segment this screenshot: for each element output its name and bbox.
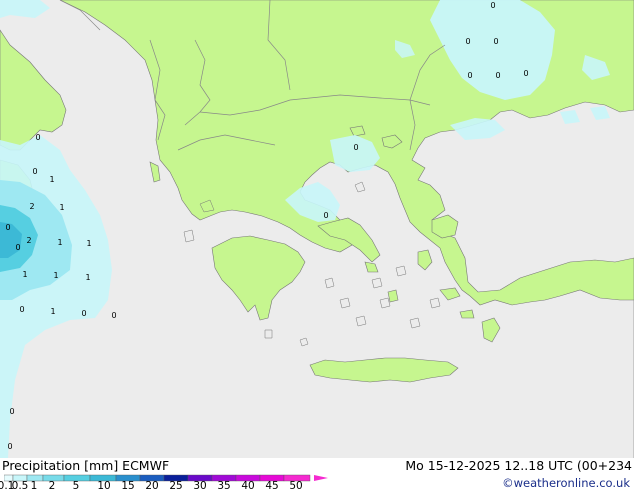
scale-tick-label: 2 (48, 480, 56, 492)
valid-time-label: Mo 15-12-2025 12..18 UTC (00+234 (405, 458, 632, 473)
value-label: 0 (490, 1, 495, 10)
value-label: 2 (26, 236, 31, 245)
value-label: 0 (9, 407, 14, 416)
scale-tick-label: 10 (97, 480, 111, 492)
map-title: Precipitation [mm] ECMWF (2, 458, 170, 473)
land-naxos (387, 289, 399, 303)
value-label: 0 (81, 309, 86, 318)
value-label: 0 (495, 71, 500, 80)
scale-tick-label: 0.5 (11, 480, 29, 492)
scale-tick-label: 35 (217, 480, 231, 492)
value-label: 0 (493, 37, 498, 46)
value-label: 1 (49, 175, 54, 184)
value-label: 0 (323, 211, 328, 220)
scale-tick-label: 15 (121, 480, 135, 492)
value-label: 1 (22, 270, 27, 279)
map-panel[interactable]: 0 0 0 0 0 0 0 0 0 0 0 0 0 0 0 0 0 2 2 1 … (0, 0, 634, 458)
scale-tick-label: 45 (265, 480, 279, 492)
value-label: 2 (29, 202, 34, 211)
value-label: 0 (523, 69, 528, 78)
value-label: 0 (7, 442, 12, 451)
value-label: 0 (19, 305, 24, 314)
scale-tick-label: 50 (289, 480, 303, 492)
value-label: 1 (86, 239, 91, 248)
value-label: 1 (50, 307, 55, 316)
map-canvas: 0 0 0 0 0 0 0 0 0 0 0 0 0 0 0 0 0 2 2 1 … (0, 0, 634, 458)
scale-tick-label: 25 (169, 480, 183, 492)
value-label: 0 (5, 223, 10, 232)
value-label: 0 (32, 167, 37, 176)
value-label: 1 (57, 238, 62, 247)
scale-tick-label: 5 (72, 480, 80, 492)
scale-tick-label: 1 (30, 480, 38, 492)
value-label: 0 (353, 143, 358, 152)
scale-tick-label: 40 (241, 480, 255, 492)
value-label: 0 (111, 311, 116, 320)
credit-link[interactable]: ©weatheronline.co.uk (502, 476, 630, 490)
scale-tick-label: 20 (145, 480, 159, 492)
scale-tick-label: 30 (193, 480, 207, 492)
value-label: 1 (53, 271, 58, 280)
value-label: 1 (59, 203, 64, 212)
value-label: 1 (85, 273, 90, 282)
value-label: 0 (465, 37, 470, 46)
value-label: 0 (35, 133, 40, 142)
value-label: 0 (15, 243, 20, 252)
color-scale-labels: 0.1 0.5 1 2 5 10 15 20 25 30 35 40 45 50 (0, 480, 330, 492)
value-label: 0 (467, 71, 472, 80)
